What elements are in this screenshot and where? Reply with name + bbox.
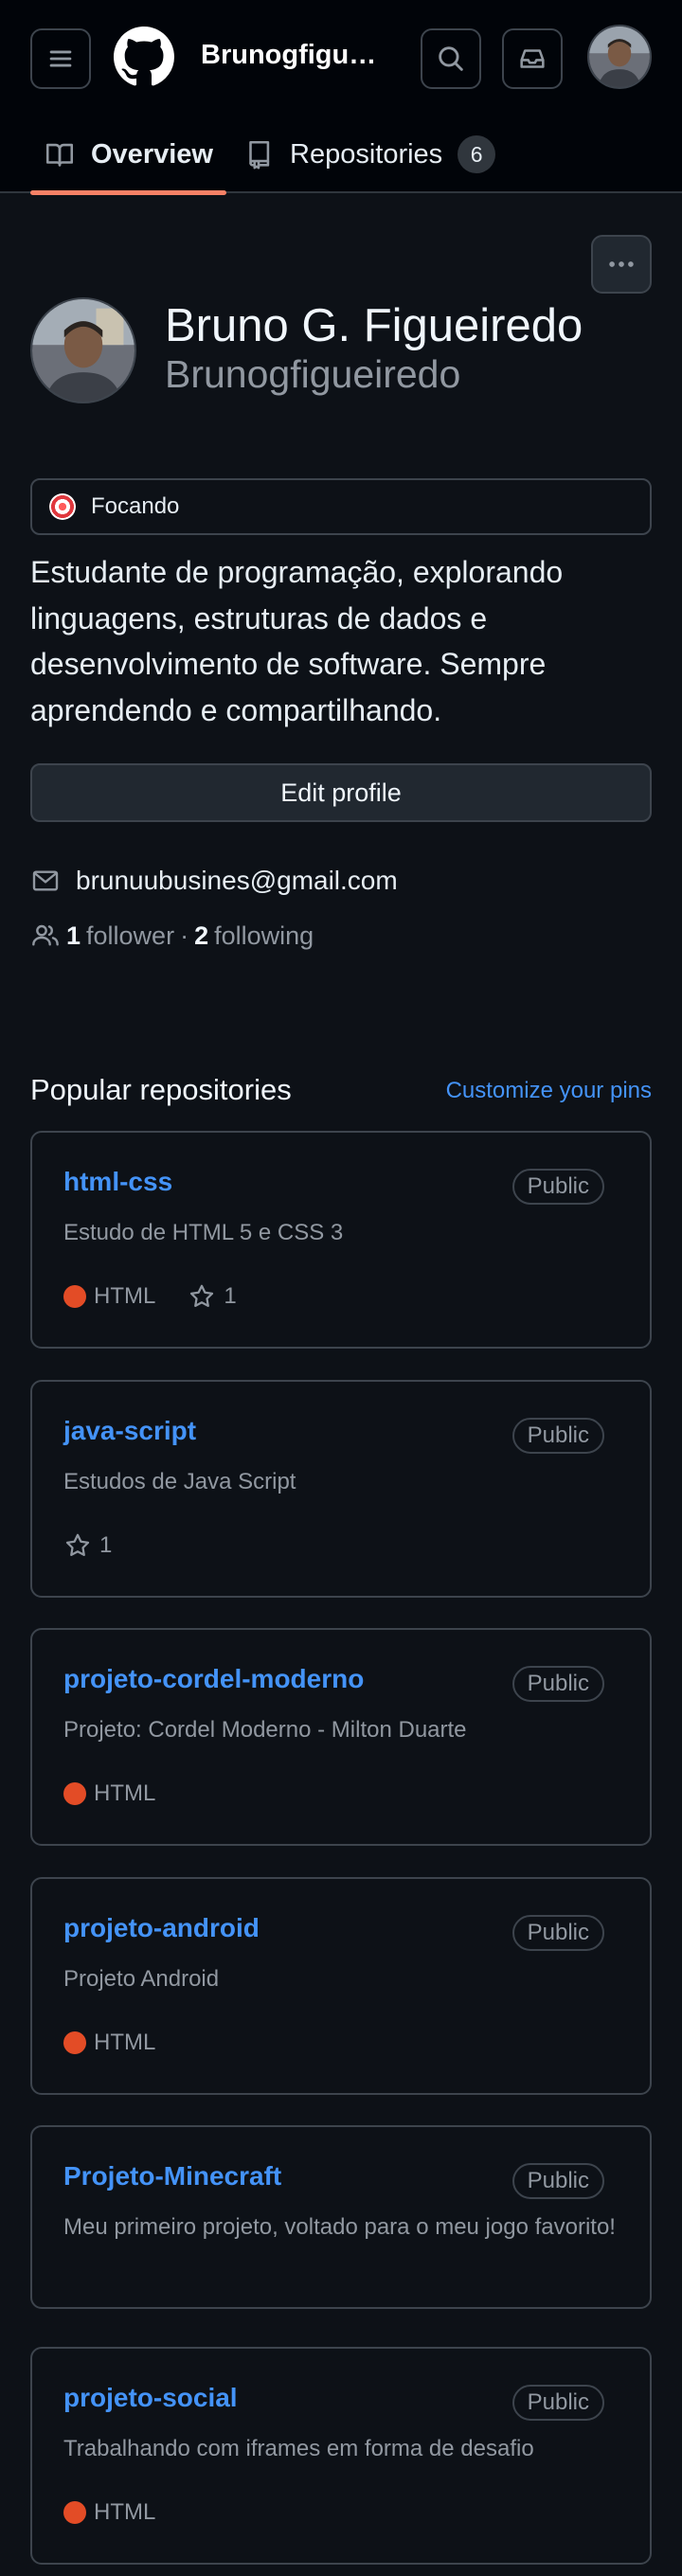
repo-language: HTML xyxy=(63,1283,155,1310)
customize-pins-link[interactable]: Customize your pins xyxy=(446,1078,652,1104)
tab-overview[interactable]: Overview xyxy=(30,116,226,195)
stars-count: 1 xyxy=(224,1283,237,1309)
tab-repositories-label: Repositories xyxy=(290,138,443,170)
visibility-badge: Public xyxy=(512,1666,604,1702)
language-name: HTML xyxy=(94,2030,156,2055)
followers-count[interactable]: 1 xyxy=(66,921,81,951)
language-color-dot xyxy=(63,1782,86,1805)
profile-owner-name[interactable]: Brunogfigueiredo xyxy=(201,40,390,71)
repo-name-link[interactable]: html-css xyxy=(63,1167,172,1197)
people-icon xyxy=(32,924,59,946)
hamburger-icon xyxy=(49,50,72,67)
star-icon xyxy=(65,1533,90,1556)
follow-separator: · xyxy=(180,921,189,950)
language-color-dot xyxy=(63,2501,86,2524)
repo-name-link[interactable]: java-script xyxy=(63,1416,196,1446)
repo-card: html-css Public Estudo de HTML 5 e CSS 3… xyxy=(30,1131,652,1349)
language-name: HTML xyxy=(94,2499,156,2525)
language-color-dot xyxy=(63,1285,86,1308)
visibility-badge: Public xyxy=(512,2385,604,2421)
repo-icon xyxy=(249,140,270,170)
edit-profile-button[interactable]: Edit profile xyxy=(30,763,652,822)
repo-name-link[interactable]: projeto-cordel-moderno xyxy=(63,1664,364,1694)
repo-meta: HTML 1 xyxy=(63,1280,237,1313)
book-icon xyxy=(45,143,74,167)
app-header: Brunogfigueiredo Overvie xyxy=(0,0,682,294)
search-button[interactable] xyxy=(421,28,481,89)
repo-meta: HTML xyxy=(63,1778,155,1810)
profile-avatar[interactable] xyxy=(30,297,136,403)
visibility-badge: Public xyxy=(512,1169,604,1205)
repo-description: Projeto Android xyxy=(63,1966,220,1992)
repo-language: HTML xyxy=(63,1780,155,1807)
search-icon xyxy=(439,46,463,71)
top-bar: Brunogfigueiredo xyxy=(0,0,682,116)
repo-card: projeto-cordel-moderno Public Projeto: C… xyxy=(30,1628,652,1846)
menu-button[interactable] xyxy=(30,28,91,89)
avatar-photo xyxy=(32,299,135,402)
visibility-badge: Public xyxy=(512,2163,604,2199)
repo-name-link[interactable]: projeto-social xyxy=(63,2383,238,2413)
language-name: HTML xyxy=(94,1780,156,1806)
repo-stars[interactable]: 1 xyxy=(63,1531,112,1560)
repo-meta: HTML xyxy=(63,2496,155,2529)
github-logo-icon[interactable] xyxy=(114,27,174,87)
visibility-badge: Public xyxy=(512,1418,604,1454)
mail-icon xyxy=(32,870,59,891)
repo-description: Estudo de HTML 5 e CSS 3 xyxy=(63,1220,344,1245)
repo-description: Meu primeiro projeto, voltado para o meu… xyxy=(63,2214,616,2240)
repo-stars[interactable]: 1 xyxy=(188,1282,237,1311)
repo-description: Trabalhando com iframes em forma de desa… xyxy=(63,2436,534,2461)
profile-tabs: Overview Repositories 6 xyxy=(0,116,682,294)
repo-meta: 1 xyxy=(63,1530,112,1562)
following-count[interactable]: 2 xyxy=(194,921,208,951)
language-name: HTML xyxy=(94,1283,156,1309)
kebab-horizontal-icon xyxy=(609,261,634,267)
email-text[interactable]: brunuubusines@gmail.com xyxy=(76,866,398,896)
repo-card: projeto-social Public Trabalhando com if… xyxy=(30,2347,652,2565)
profile-bio: Estudante de programação, explorando lin… xyxy=(30,555,564,727)
repo-meta: HTML xyxy=(63,2027,155,2059)
repo-card: projeto-android Public Projeto Android H… xyxy=(30,1877,652,2095)
popular-repositories-title: Popular repositories xyxy=(30,1073,292,1106)
visibility-badge: Public xyxy=(512,1915,604,1951)
stars-count: 1 xyxy=(99,1532,113,1558)
target-emoji-icon xyxy=(49,493,76,520)
language-color-dot xyxy=(63,2031,86,2054)
repo-card: java-script Public Estudos de Java Scrip… xyxy=(30,1380,652,1598)
user-status[interactable]: Focando xyxy=(30,478,652,535)
tab-repositories[interactable]: Repositories 6 xyxy=(242,116,496,193)
star-icon xyxy=(190,1284,214,1307)
follow-stats: 1 follower · 2 following xyxy=(30,917,314,955)
repo-description: Estudos de Java Script xyxy=(63,1469,296,1494)
inbox-button[interactable] xyxy=(502,28,563,89)
following-label[interactable]: following xyxy=(214,921,314,951)
repo-language: HTML xyxy=(63,2030,155,2056)
repositories-count-badge: 6 xyxy=(458,135,496,173)
inbox-icon xyxy=(520,49,545,68)
user-avatar[interactable] xyxy=(587,25,652,89)
avatar-photo xyxy=(589,27,650,87)
repo-name-link[interactable]: Projeto-Minecraft xyxy=(63,2161,281,2191)
tab-overview-label: Overview xyxy=(91,138,213,170)
repo-card: Projeto-Minecraft Public Meu primeiro pr… xyxy=(30,2125,652,2309)
status-text: Focando xyxy=(91,493,180,519)
repo-description: Projeto: Cordel Moderno - Milton Duarte xyxy=(63,1717,467,1743)
followers-label[interactable]: follower xyxy=(86,921,174,951)
more-options-button[interactable] xyxy=(591,235,652,294)
repo-language: HTML xyxy=(63,2499,155,2526)
profile-email[interactable]: brunuubusines@gmail.com xyxy=(30,862,398,900)
profile-username: Brunogfigueiredo xyxy=(165,352,461,396)
repo-name-link[interactable]: projeto-android xyxy=(63,1913,260,1943)
profile-full-name: Bruno G. Figueiredo xyxy=(165,300,583,351)
